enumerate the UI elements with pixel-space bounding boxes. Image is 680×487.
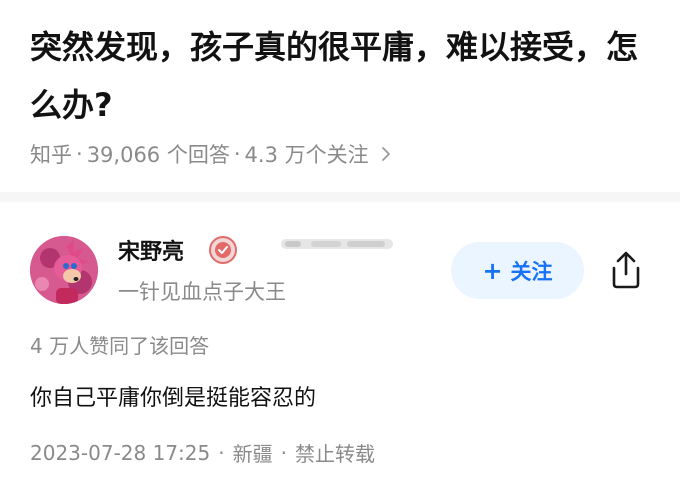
meta-separator: · — [280, 440, 287, 465]
meta-separator: · — [218, 440, 225, 465]
share-icon[interactable] — [608, 250, 644, 290]
meta-separator: · — [233, 142, 241, 166]
follower-count: 4.3 万个关注 — [244, 143, 369, 167]
section-divider — [0, 192, 680, 202]
source-label: 知乎 — [30, 143, 72, 167]
blurred-badge-icon — [281, 239, 393, 249]
vote-summary[interactable]: 4 万人赞同了该回答 — [30, 330, 209, 359]
follow-button[interactable]: + 关注 — [451, 242, 584, 299]
author-avatar[interactable] — [30, 236, 98, 304]
meta-separator: · — [76, 142, 83, 166]
medal-icon — [209, 236, 237, 264]
question-meta[interactable]: 知乎 · 39,066 个回答 · 4.3 万个关注 — [30, 139, 397, 169]
copyright-notice: 禁止转载 — [294, 442, 375, 466]
follow-label: 关注 — [510, 259, 553, 284]
author-name[interactable]: 宋野亮 — [118, 234, 184, 266]
answer-date: 2023-07-28 17:25 — [30, 440, 211, 465]
question-title[interactable]: 突然发现，孩子真的很平庸，难以接受，怎么办? — [30, 18, 650, 134]
answer-location: 新疆 — [232, 442, 273, 466]
answer-count: 39,066 个回答 — [86, 143, 230, 167]
answer-content[interactable]: 你自己平庸你倒是挺能容忍的 — [30, 380, 316, 412]
avatar-image — [30, 236, 98, 304]
chevron-right-icon[interactable] — [375, 143, 397, 165]
answer-page: 突然发现，孩子真的很平庸，难以接受，怎么办? 知乎 · 39,066 个回答 ·… — [0, 0, 680, 487]
answer-meta: 2023-07-28 17:25 · 新疆 · 禁止转载 — [30, 438, 375, 467]
plus-icon: + — [482, 256, 503, 285]
author-bio: 一针见血点子大王 — [118, 280, 286, 304]
